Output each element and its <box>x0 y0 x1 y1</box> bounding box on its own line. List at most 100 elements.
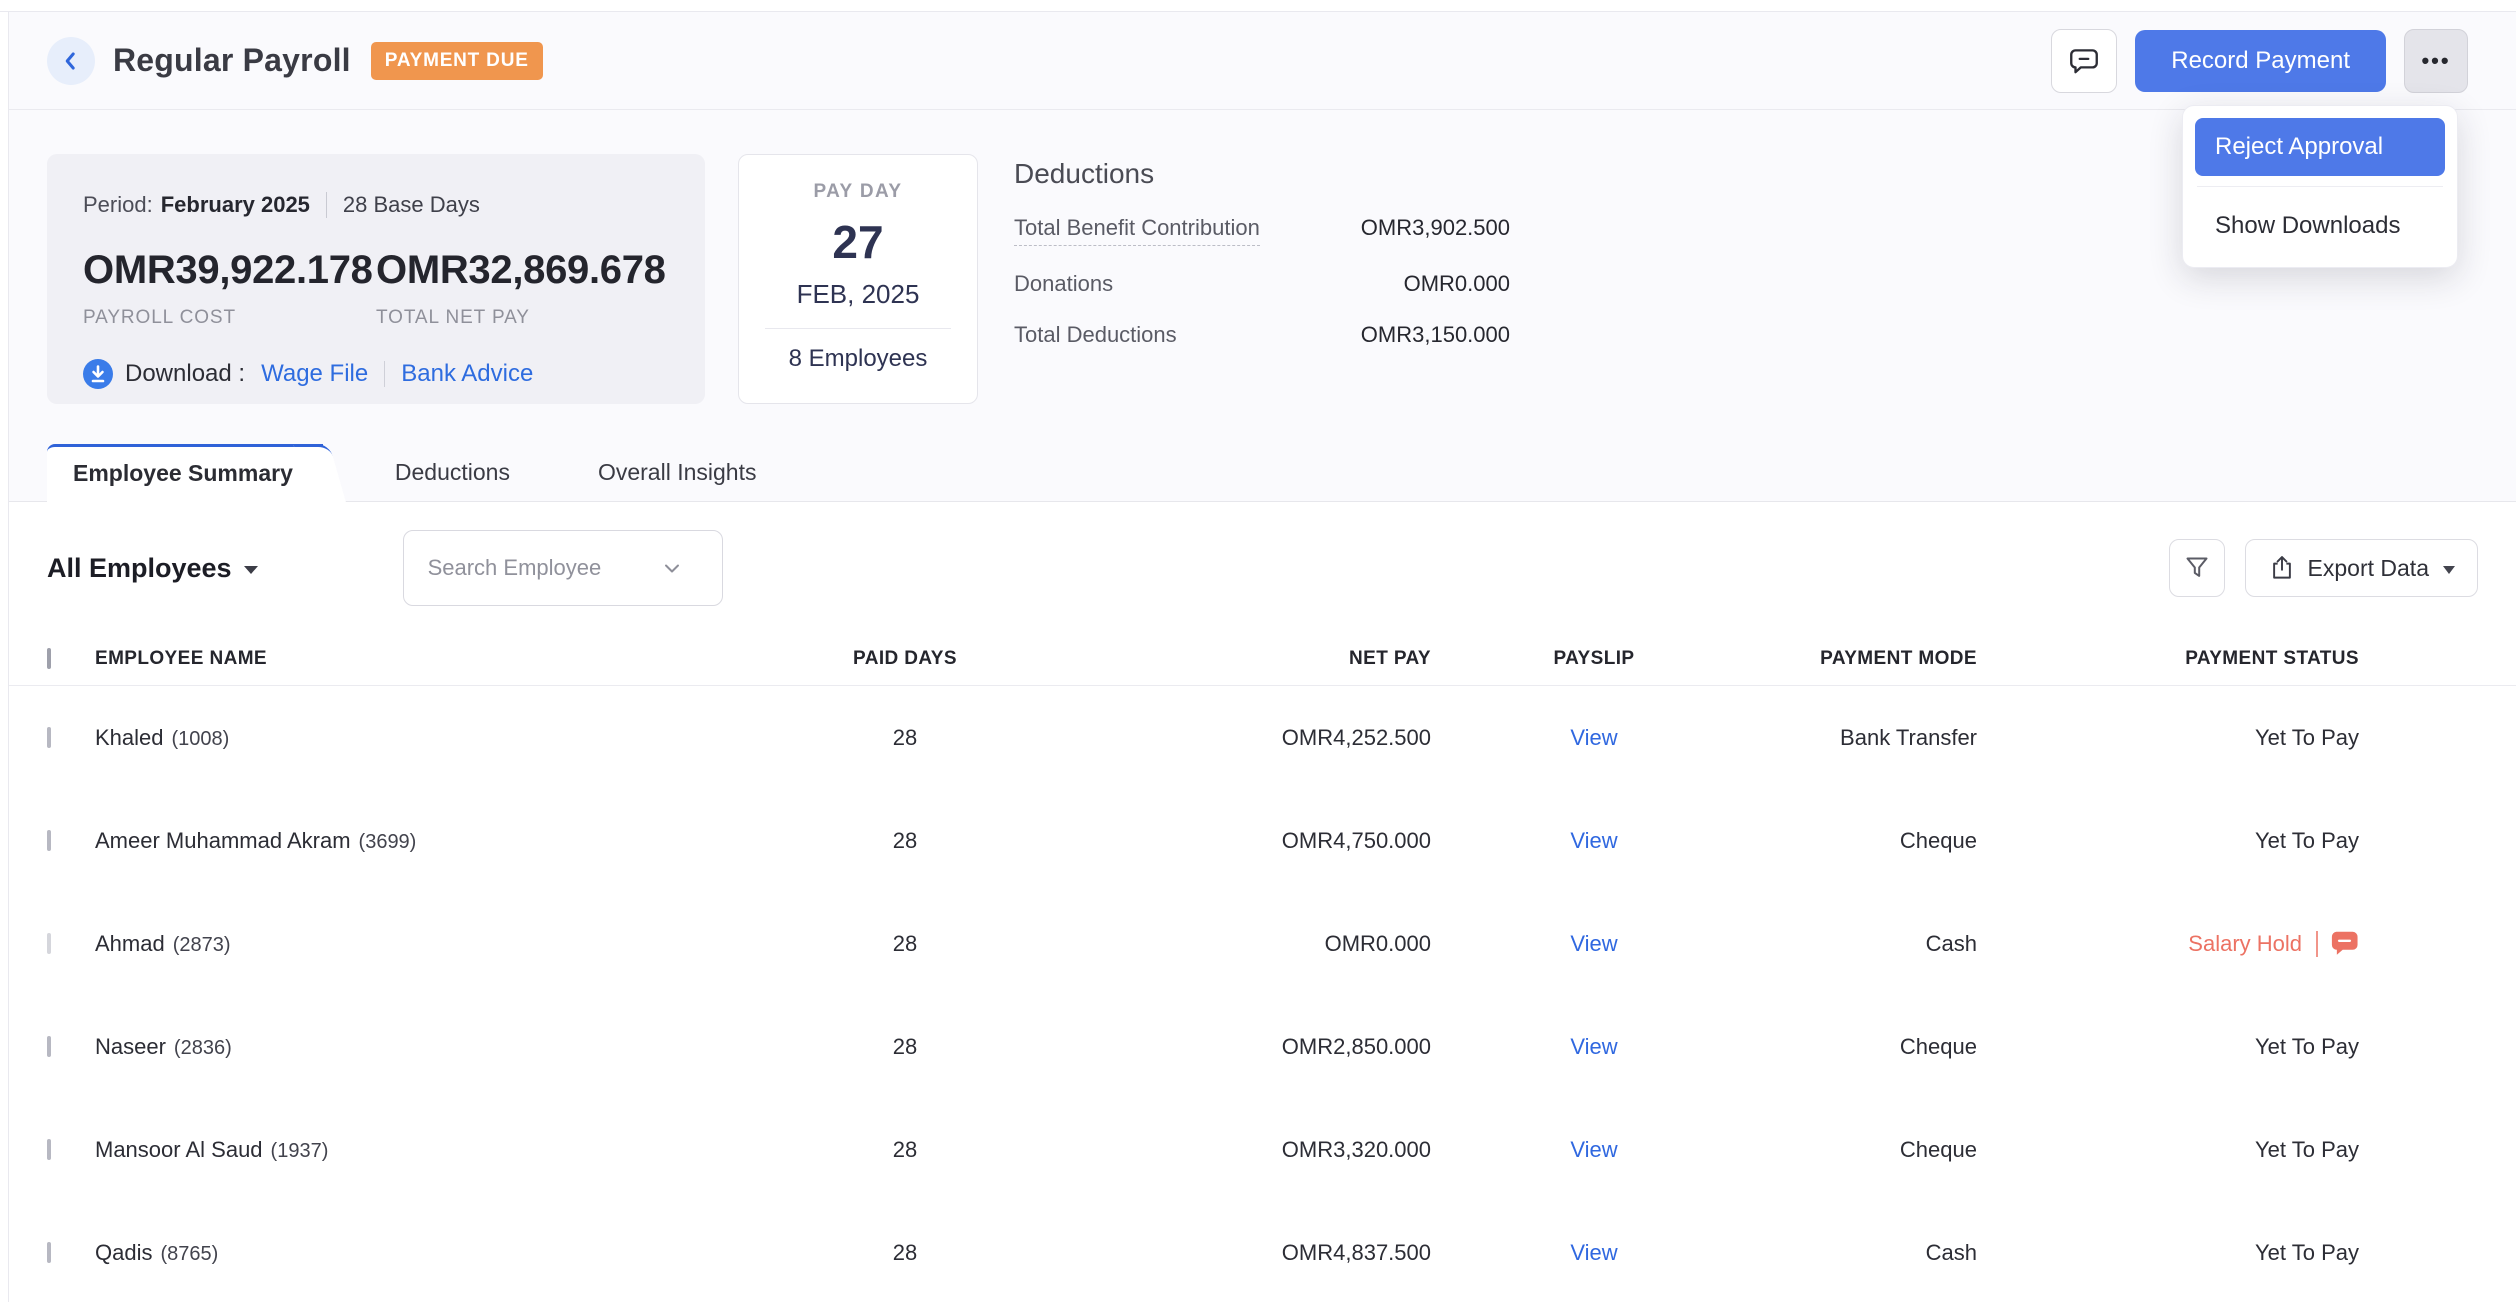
tab-overall-insights[interactable]: Overall Insights <box>554 444 801 501</box>
base-days: 28 Base Days <box>343 192 480 218</box>
payday-separator <box>765 328 951 329</box>
export-data-button[interactable]: Export Data <box>2245 539 2478 597</box>
employee-id: (1008) <box>172 728 230 750</box>
payslip-cell: View <box>1431 1034 1757 1060</box>
payment-status-text: Yet To Pay <box>2255 828 2359 854</box>
payday-month-year: FEB, 2025 <box>739 279 977 310</box>
view-payslip-link[interactable]: View <box>1570 828 1617 853</box>
period-line: Period: February 2025 28 Base Days <box>83 192 669 218</box>
row-checkbox[interactable] <box>47 830 51 851</box>
payment-status: Salary Hold <box>1977 930 2359 957</box>
total-net-pay-block: OMR32,869.678 TOTAL NET PAY <box>376 248 669 329</box>
deduction-row: Total Benefit Contribution OMR3,902.500 <box>1014 215 1510 246</box>
payroll-cost-value: OMR39,922.178 <box>83 248 376 293</box>
comment-bubble-icon[interactable] <box>2330 930 2359 957</box>
more-options-button[interactable]: ••• <box>2404 29 2468 93</box>
payment-status-text: Yet To Pay <box>2255 1240 2359 1266</box>
wage-file-link[interactable]: Wage File <box>261 360 368 388</box>
deduction-value-donations: OMR0.000 <box>1404 271 1510 297</box>
chevron-left-icon <box>58 48 84 74</box>
deduction-value-benefit: OMR3,902.500 <box>1361 215 1510 241</box>
view-payslip-link[interactable]: View <box>1570 1137 1617 1162</box>
table-row: Khaled(1008) 28 OMR4,252.500 View Bank T… <box>9 686 2516 789</box>
row-checkbox[interactable] <box>47 1036 51 1057</box>
employee-name-cell: Ahmad(2873) <box>95 931 775 957</box>
deduction-value-total: OMR3,150.000 <box>1361 322 1510 348</box>
menu-item-reject-approval[interactable]: Reject Approval <box>2195 118 2445 176</box>
filter-button[interactable] <box>2169 539 2225 597</box>
employee-name-cell: Khaled (1008) <box>95 725 775 751</box>
summary-band: Period: February 2025 28 Base Days OMR39… <box>9 110 2516 404</box>
payment-status-text: Yet To Pay <box>2255 725 2359 751</box>
back-button[interactable] <box>47 37 95 85</box>
select-all-checkbox[interactable] <box>47 648 51 669</box>
table-toolbar: All Employees Export Data <box>9 502 2516 632</box>
view-payslip-link[interactable]: View <box>1570 931 1617 956</box>
payment-status: Yet To Pay <box>1977 1034 2359 1060</box>
employee-name: Qadis <box>95 1240 152 1265</box>
paid-days-cell: 28 <box>775 725 1035 751</box>
employee-name: Ahmad <box>95 931 165 956</box>
employee-name: Khaled <box>95 725 164 750</box>
hold-divider <box>2316 931 2318 957</box>
deduction-row: Donations OMR0.000 <box>1014 271 1510 297</box>
payment-status: Yet To Pay <box>1977 725 2359 751</box>
employee-id: (2836) <box>174 1037 232 1059</box>
deductions-summary: Deductions Total Benefit Contribution OM… <box>1014 154 1510 348</box>
chevron-down-icon <box>660 556 684 580</box>
total-net-pay-value: OMR32,869.678 <box>376 248 669 293</box>
table-row: Naseer(2836) 28 OMR2,850.000 View Cheque… <box>9 995 2516 1098</box>
net-pay-cell: OMR4,750.000 <box>1035 828 1431 854</box>
download-label: Download : <box>125 360 245 388</box>
column-header-payment-mode: PAYMENT MODE <box>1757 648 1977 670</box>
tab-deductions[interactable]: Deductions <box>351 444 554 501</box>
amounts-row: OMR39,922.178 PAYROLL COST OMR32,869.678… <box>83 248 669 329</box>
payment-mode-cell: Bank Transfer <box>1757 725 1977 751</box>
row-checkbox[interactable] <box>47 933 51 954</box>
employee-name-cell: Mansoor Al Saud(1937) <box>95 1137 775 1163</box>
payslip-cell: View <box>1431 828 1757 854</box>
deduction-label-benefit[interactable]: Total Benefit Contribution <box>1014 215 1260 246</box>
more-options-menu: Reject Approval Show Downloads <box>2182 105 2458 268</box>
net-pay-cell: OMR2,850.000 <box>1035 1034 1431 1060</box>
employee-search-box[interactable] <box>403 530 723 606</box>
period-divider <box>326 192 327 218</box>
row-checkbox[interactable] <box>47 727 51 748</box>
row-checkbox[interactable] <box>47 1242 51 1263</box>
view-payslip-link[interactable]: View <box>1570 725 1617 750</box>
view-payslip-link[interactable]: View <box>1570 1240 1617 1265</box>
row-checkbox[interactable] <box>47 1139 51 1160</box>
payday-employee-count: 8 Employees <box>739 345 977 373</box>
bank-advice-link[interactable]: Bank Advice <box>401 360 533 388</box>
column-header-employee-name: EMPLOYEE NAME <box>95 648 775 670</box>
employee-filter-dropdown[interactable]: All Employees <box>47 553 258 584</box>
payroll-cost-card: Period: February 2025 28 Base Days OMR39… <box>47 154 705 404</box>
record-payment-button[interactable]: Record Payment <box>2135 30 2386 92</box>
payroll-cost-label: PAYROLL COST <box>83 307 376 329</box>
employee-name-cell: Ameer Muhammad Akram(3699) <box>95 828 775 854</box>
table-row: Mansoor Al Saud(1937) 28 OMR3,320.000 Vi… <box>9 1098 2516 1201</box>
deduction-label-donations: Donations <box>1014 271 1113 297</box>
export-data-label: Export Data <box>2308 555 2429 582</box>
payslip-cell: View <box>1431 725 1757 751</box>
deduction-row: Total Deductions OMR3,150.000 <box>1014 322 1510 348</box>
employee-name: Mansoor Al Saud <box>95 1137 263 1162</box>
view-payslip-link[interactable]: View <box>1570 1034 1617 1059</box>
paid-days-cell: 28 <box>775 1034 1035 1060</box>
tab-employee-summary[interactable]: Employee Summary <box>47 444 323 502</box>
caret-down-icon <box>244 566 258 574</box>
table-row: Ahmad(2873) 28 OMR0.000 View Cash Salary… <box>9 892 2516 995</box>
employee-id: (8765) <box>160 1243 218 1265</box>
payment-status-text: Yet To Pay <box>2255 1137 2359 1163</box>
menu-item-show-downloads[interactable]: Show Downloads <box>2195 197 2445 255</box>
payment-mode-cell: Cheque <box>1757 1137 1977 1163</box>
paid-days-cell: 28 <box>775 1137 1035 1163</box>
payment-status: Yet To Pay <box>1977 1240 2359 1266</box>
column-header-payment-status: PAYMENT STATUS <box>1977 648 2359 670</box>
table-row: Qadis(8765) 28 OMR4,837.500 View Cash Ye… <box>9 1201 2516 1304</box>
search-input[interactable] <box>426 554 660 582</box>
table-header-row: EMPLOYEE NAME PAID DAYS NET PAY PAYSLIP … <box>9 632 2516 686</box>
comments-button[interactable] <box>2051 29 2117 93</box>
employee-name-cell: Qadis (8765) <box>95 1240 775 1266</box>
tab-strip: Employee Summary Deductions Overall Insi… <box>9 444 2516 502</box>
